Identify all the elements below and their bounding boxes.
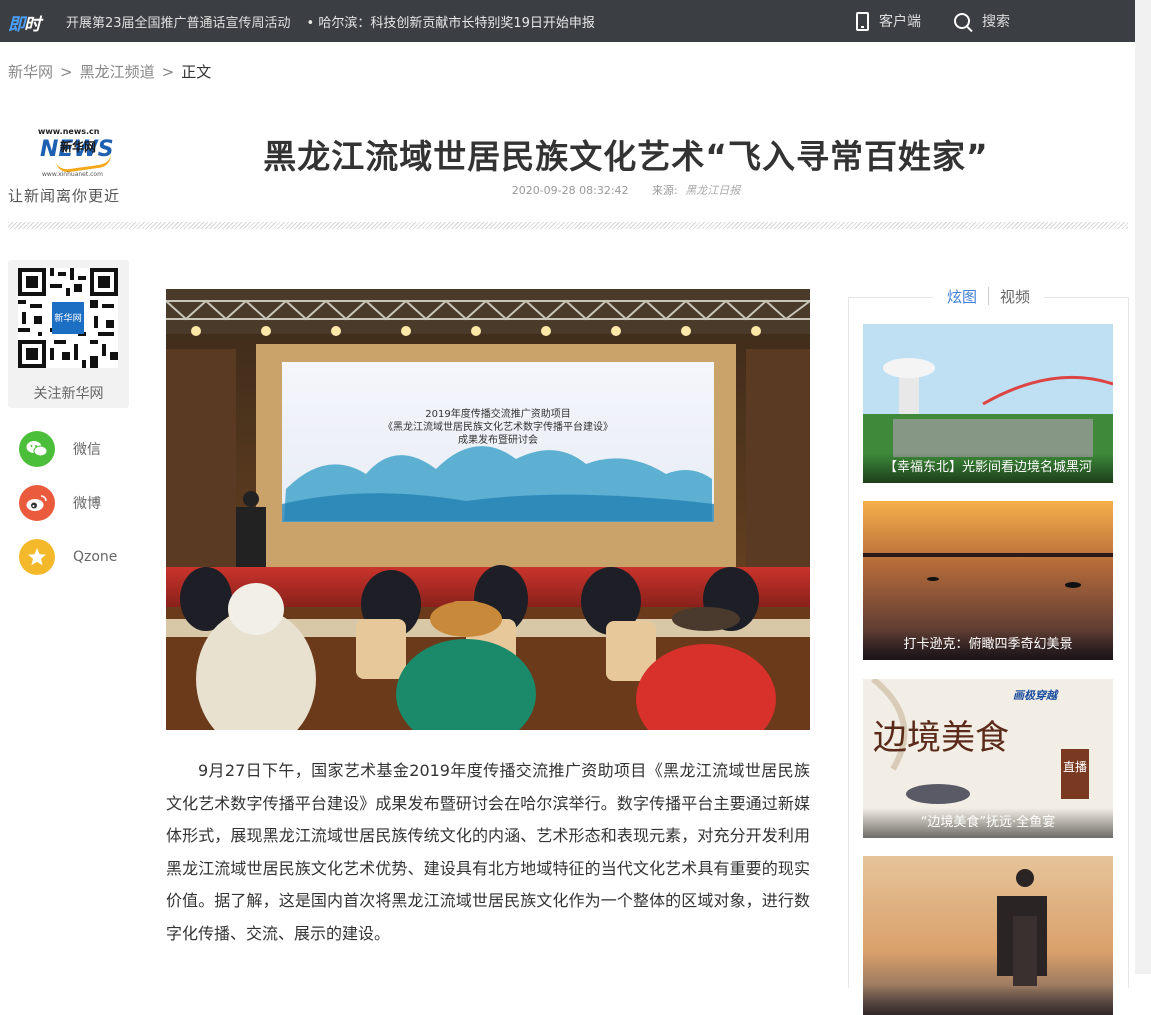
search-button[interactable]: 搜索 — [954, 0, 1010, 42]
tab-gallery[interactable]: 炫图 — [947, 286, 977, 307]
qzone-label: Qzone — [73, 549, 118, 565]
article-photo: 2019年度传播交流推广资助项目 《黑龙江流域世居民族文化艺术数字传播平台建设》… — [166, 289, 810, 730]
scrollbar[interactable] — [1135, 0, 1151, 974]
card-1-caption: 【幸福东北】光影间看边境名城黑河 — [863, 453, 1113, 483]
breadcrumb-separator: > — [60, 63, 73, 81]
breadcrumb-separator: > — [161, 63, 175, 81]
breadcrumb-home[interactable]: 新华网 — [8, 63, 53, 81]
search-icon — [954, 13, 970, 29]
ticker-item-1[interactable]: 开展第23届全国推广普通话宣传周活动 — [66, 16, 291, 31]
share-wechat[interactable]: 微信 — [19, 431, 101, 467]
media-card-1[interactable]: 【幸福东北】光影间看边境名城黑河 — [863, 324, 1113, 483]
media-card-4[interactable] — [863, 856, 1113, 1015]
card-2-caption: 打卡逊克：俯瞰四季奇幻美景 — [863, 630, 1113, 660]
article-meta: 2020-09-28 08:32:42 来源: 黑龙江日报 — [200, 182, 1052, 198]
qr-center-text: 新华网 — [54, 312, 82, 324]
qr-label: 关注新华网 — [33, 386, 104, 402]
tab-video[interactable]: 视频 — [1000, 286, 1030, 307]
breadcrumb-current: 正文 — [181, 63, 212, 81]
client-label: 客户端 — [879, 14, 921, 30]
jishi-logo[interactable]: 即时 — [8, 10, 41, 35]
article-source: 黑龙江日报 — [685, 184, 741, 197]
source-label: 来源: — [652, 184, 678, 197]
tab-separator — [988, 287, 989, 305]
xinhua-logo[interactable]: www.news.cn NEWS 新华网 www.xinhuanet.com — [38, 127, 118, 178]
logo-small-url: www.xinhuanet.com — [42, 171, 103, 178]
header-divider — [8, 222, 1128, 229]
breadcrumb: 新华网 > 黑龙江频道 > 正文 — [8, 61, 211, 82]
ticker-item-2[interactable]: • 哈尔滨：科技创新贡献市长特别奖19日开始申报 — [307, 16, 595, 31]
media-card-3[interactable]: 边境美食 直播 画极穿越 “边境美食”抚远·全鱼宴 — [863, 679, 1113, 838]
media-card-2[interactable]: 打卡逊克：俯瞰四季奇幻美景 — [863, 501, 1113, 660]
news-ticker[interactable]: 开展第23届全国推广普通话宣传周活动 • 哈尔滨：科技创新贡献市长特别奖19日开始… — [66, 12, 606, 31]
article-body: 9月27日下午，国家艺术基金2019年度传播交流推广资助项目《黑龙江流域世居民族… — [166, 761, 810, 943]
client-link[interactable]: 客户端 — [856, 0, 921, 42]
logo-cn-text: 新华网 — [60, 140, 97, 154]
qr-code: 新华网 — [18, 268, 118, 368]
breadcrumb-channel[interactable]: 黑龙江频道 — [80, 63, 155, 81]
search-label: 搜索 — [982, 14, 1010, 30]
screen-line-1: 2019年度传播交流推广资助项目 — [425, 407, 570, 420]
qzone-star-icon — [19, 539, 55, 575]
phone-icon — [856, 11, 869, 31]
slogan: 让新闻离你更近 — [8, 187, 121, 205]
card-3-caption: “边境美食”抚远·全鱼宴 — [863, 808, 1113, 838]
qr-card: 新华网 关注新华网 — [8, 260, 129, 408]
article-title: 黑龙江流域世居民族文化艺术“飞入寻常百姓家” — [263, 137, 989, 176]
share-weibo[interactable]: 微博 — [19, 485, 101, 521]
logo-char-a: 即 — [8, 15, 25, 35]
logo-url: www.news.cn — [38, 127, 100, 136]
screen-line-3: 成果发布暨研讨会 — [458, 433, 538, 446]
top-bar: 即时 开展第23届全国推广普通话宣传周活动 • 哈尔滨：科技创新贡献市长特别奖19… — [0, 0, 1135, 42]
card-4-caption — [863, 985, 1113, 1015]
wechat-label: 微信 — [73, 442, 101, 458]
card-3-poster-title: 边境美食 — [873, 718, 1009, 758]
share-qzone[interactable]: Qzone — [19, 539, 117, 575]
media-tabs: 炫图 视频 — [848, 284, 1129, 308]
weibo-icon — [19, 485, 55, 521]
article-datetime: 2020-09-28 08:32:42 — [511, 184, 629, 197]
weibo-label: 微博 — [73, 496, 101, 512]
card-3-poster-brand: 画极穿越 — [1013, 689, 1059, 702]
card-3-poster-tag: 直播 — [1063, 760, 1087, 774]
wechat-icon — [19, 431, 55, 467]
logo-char-b: 时 — [24, 15, 41, 35]
screen-line-2: 《黑龙江流域世居民族文化艺术数字传播平台建设》 — [383, 420, 613, 433]
